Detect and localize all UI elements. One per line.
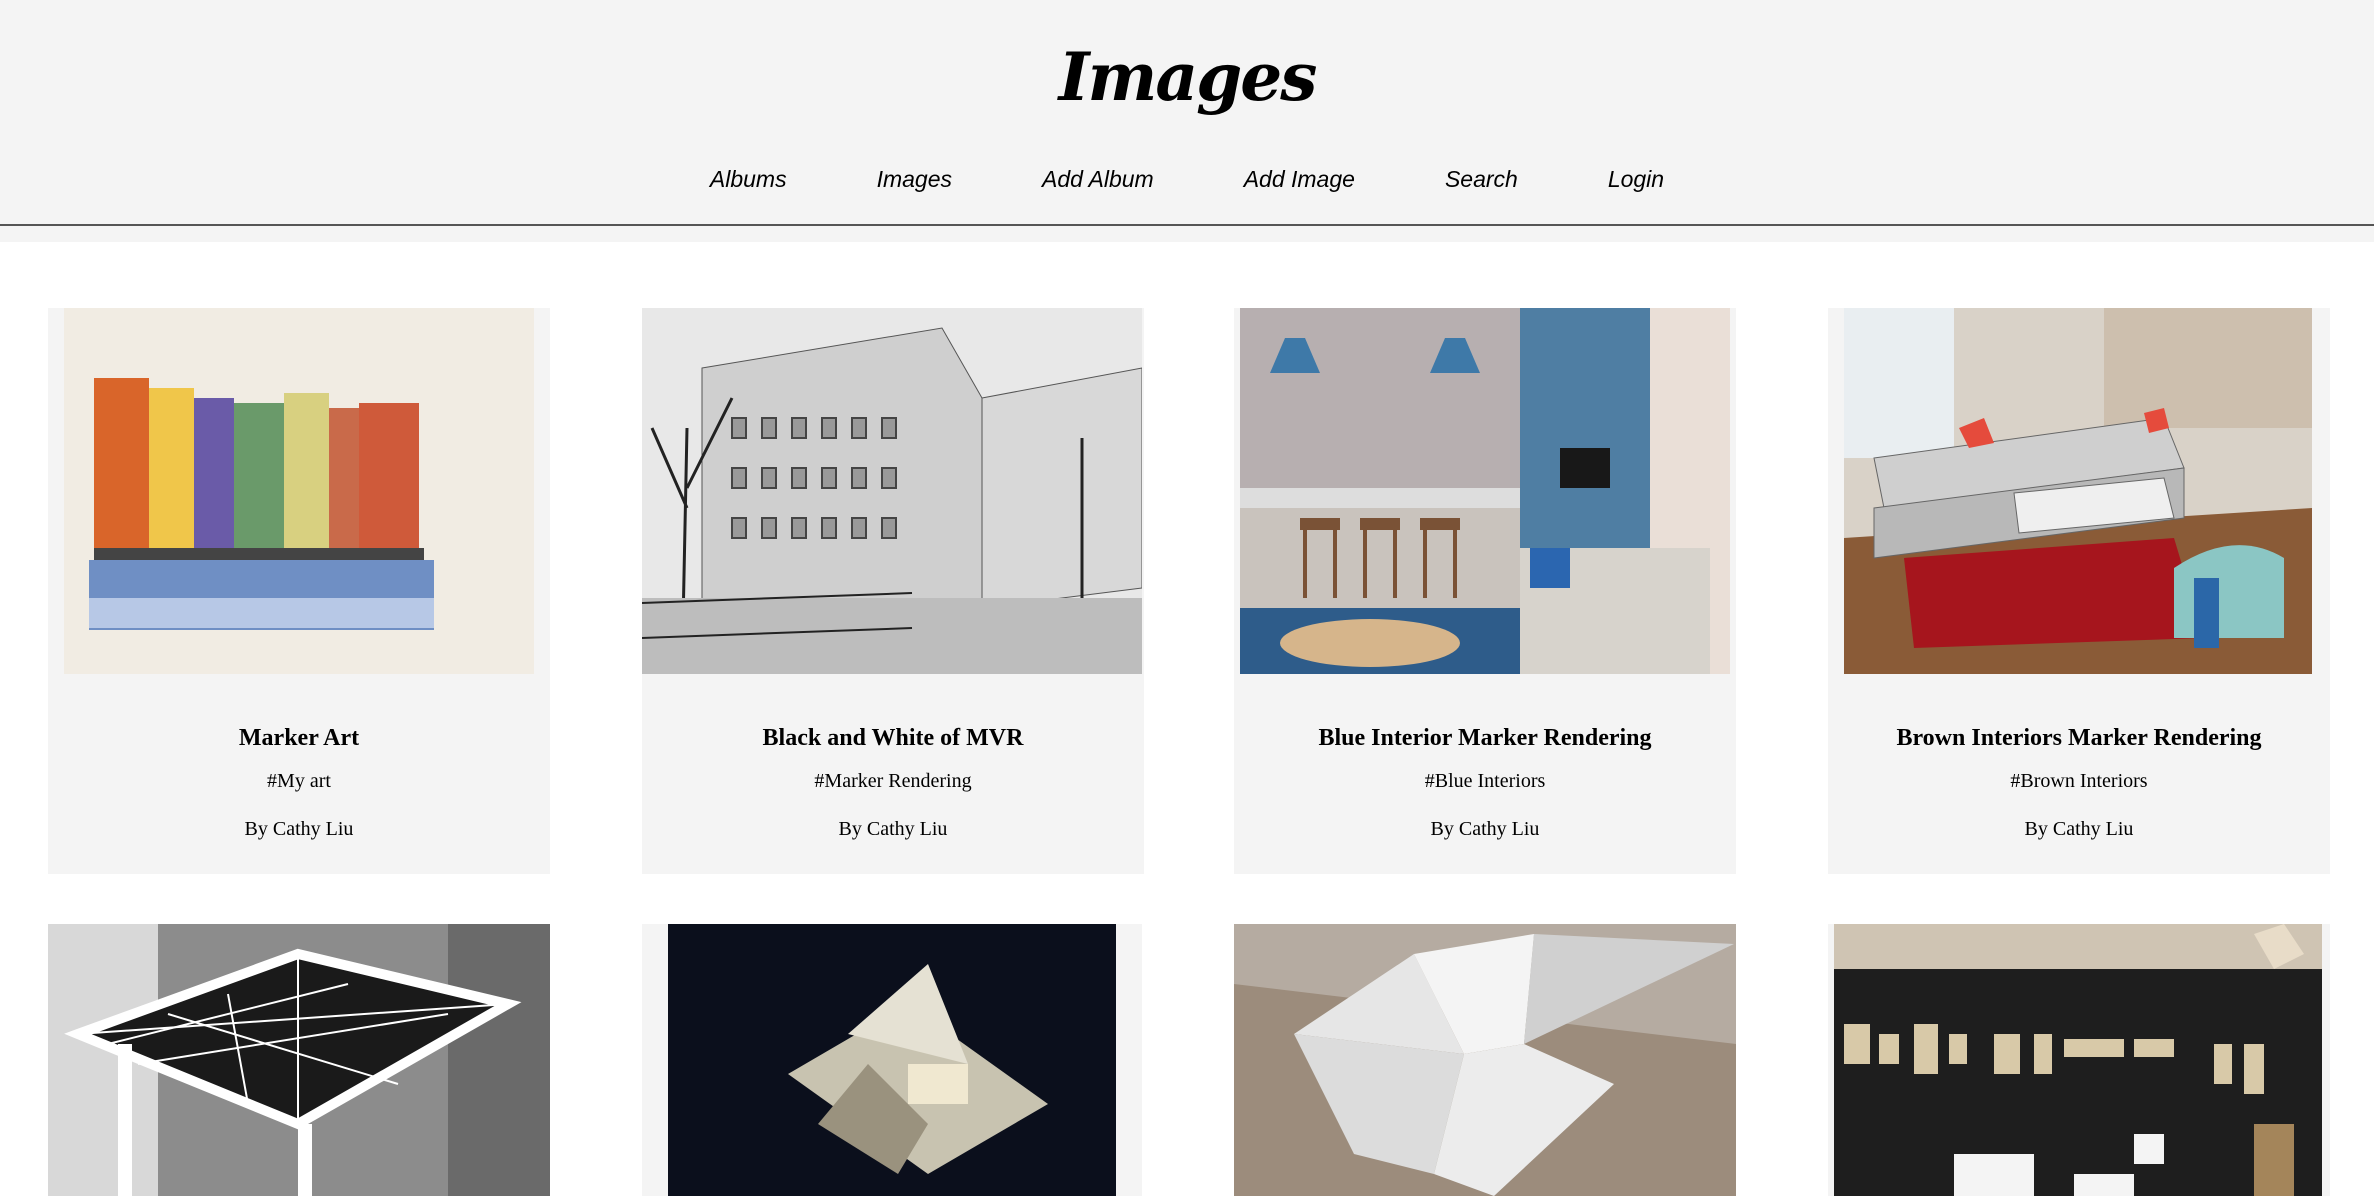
- nav-login[interactable]: Login: [1608, 166, 1664, 193]
- image-thumbnail[interactable]: [1234, 924, 1736, 1196]
- card-tag[interactable]: #Blue Interiors: [1234, 766, 1736, 796]
- card-caption: Brown Interiors Marker Rendering #Brown …: [1828, 716, 2330, 844]
- card-caption: Blue Interior Marker Rendering #Blue Int…: [1234, 716, 1736, 844]
- card-tag[interactable]: #My art: [48, 766, 550, 796]
- nav-add-image[interactable]: Add Image: [1244, 166, 1355, 193]
- image-card[interactable]: Blue Interior Marker Rendering #Blue Int…: [1234, 308, 1736, 874]
- image-thumbnail[interactable]: [1834, 924, 2322, 1196]
- card-title: Marker Art: [238, 725, 360, 751]
- site-header: Images Albums Images Add Album Add Image…: [0, 0, 2374, 226]
- image-card[interactable]: [1234, 924, 1736, 1196]
- nav-add-album[interactable]: Add Album: [1042, 166, 1154, 193]
- image-thumbnail[interactable]: [668, 924, 1116, 1196]
- card-author: By Cathy Liu: [838, 818, 948, 840]
- image-card[interactable]: [48, 924, 550, 1196]
- nav-albums[interactable]: Albums: [710, 166, 787, 193]
- card-title: Black and White of MVR: [762, 725, 1024, 751]
- image-card[interactable]: Black and White of MVR #Marker Rendering…: [642, 308, 1144, 874]
- card-caption: Marker Art #My art By Cathy Liu: [48, 716, 550, 844]
- nav-images[interactable]: Images: [877, 166, 952, 193]
- main-nav: Albums Images Add Album Add Image Search…: [0, 166, 2374, 193]
- image-thumbnail[interactable]: [1844, 308, 2312, 674]
- card-caption: Black and White of MVR #Marker Rendering…: [642, 716, 1144, 844]
- image-thumbnail[interactable]: [642, 308, 1142, 674]
- card-tag[interactable]: #Brown Interiors: [1828, 766, 2330, 796]
- image-card[interactable]: Marker Art #My art By Cathy Liu: [48, 308, 550, 874]
- card-tag[interactable]: #Marker Rendering: [642, 766, 1144, 796]
- page-title: Images: [1058, 38, 1318, 116]
- image-card[interactable]: [1828, 924, 2330, 1196]
- nav-search[interactable]: Search: [1445, 166, 1518, 193]
- image-thumbnail[interactable]: [64, 308, 534, 674]
- image-card[interactable]: Brown Interiors Marker Rendering #Brown …: [1828, 308, 2330, 874]
- image-thumbnail[interactable]: [48, 924, 550, 1196]
- image-thumbnail[interactable]: [1240, 308, 1730, 674]
- card-author: By Cathy Liu: [1430, 818, 1540, 840]
- image-card[interactable]: [642, 924, 1142, 1196]
- card-title: Brown Interiors Marker Rendering: [1896, 725, 2262, 751]
- card-title: Blue Interior Marker Rendering: [1318, 725, 1652, 751]
- card-author: By Cathy Liu: [244, 818, 354, 840]
- header-gap: [0, 226, 2374, 242]
- card-author: By Cathy Liu: [2024, 818, 2134, 840]
